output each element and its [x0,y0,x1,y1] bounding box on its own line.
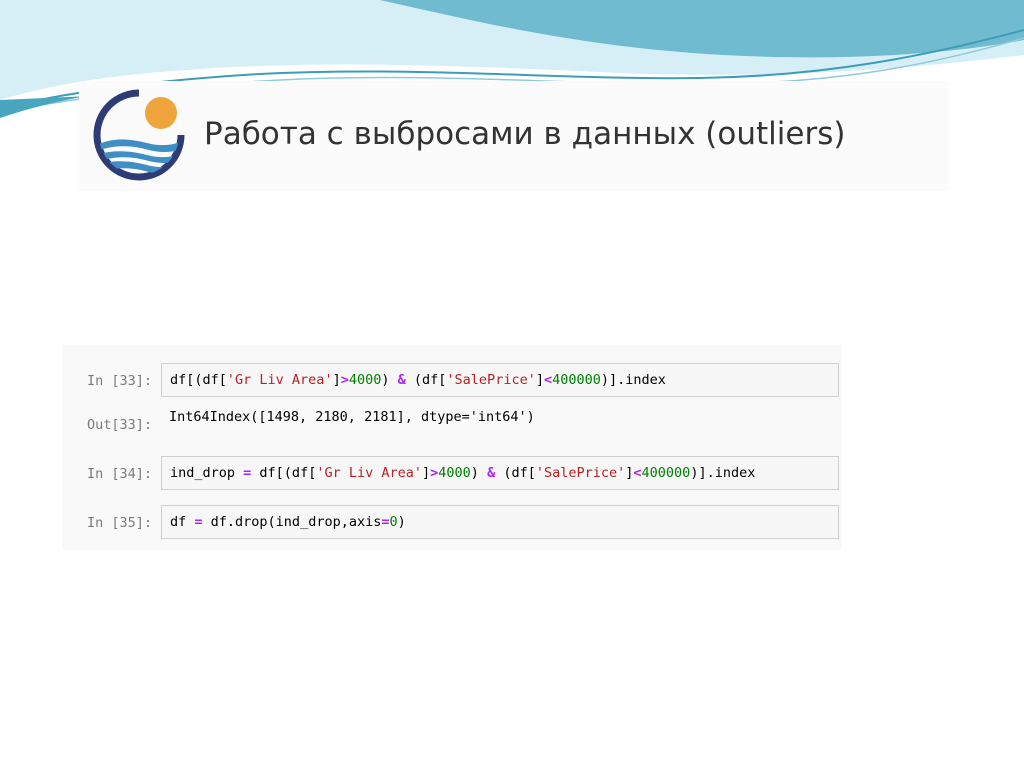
code-cell-34: In [34]: ind_drop = df[(df['Gr Liv Area'… [62,456,842,492]
code-text: df = df.drop(ind_drop,axis=0) [170,514,406,530]
logo-icon [93,89,185,181]
slide-title: Работа с выбросами в данных (outliers) [204,116,846,152]
output-cell-33: Out[33]: Int64Index([1498, 2180, 2181], … [62,403,842,443]
input-prompt: In [33]: [86,373,152,389]
code-input[interactable]: ind_drop = df[(df['Gr Liv Area']>4000) &… [161,456,839,490]
code-cell-33: In [33]: df[(df['Gr Liv Area']>4000) & (… [62,363,842,399]
code-cell-35: In [35]: df = df.drop(ind_drop,axis=0) [62,505,842,541]
output-prompt: Out[33]: [86,417,152,433]
code-input[interactable]: df[(df['Gr Liv Area']>4000) & (df['SaleP… [161,363,839,397]
input-prompt: In [35]: [86,515,152,531]
notebook-area: In [33]: df[(df['Gr Liv Area']>4000) & (… [62,345,842,550]
code-text: df[(df['Gr Liv Area']>4000) & (df['SaleP… [170,372,666,388]
slide-header: Работа с выбросами в данных (outliers) [79,81,949,191]
code-input[interactable]: df = df.drop(ind_drop,axis=0) [161,505,839,539]
input-prompt: In [34]: [86,466,152,482]
output-text: Int64Index([1498, 2180, 2181], dtype='in… [169,409,535,425]
code-text: ind_drop = df[(df['Gr Liv Area']>4000) &… [170,465,756,481]
